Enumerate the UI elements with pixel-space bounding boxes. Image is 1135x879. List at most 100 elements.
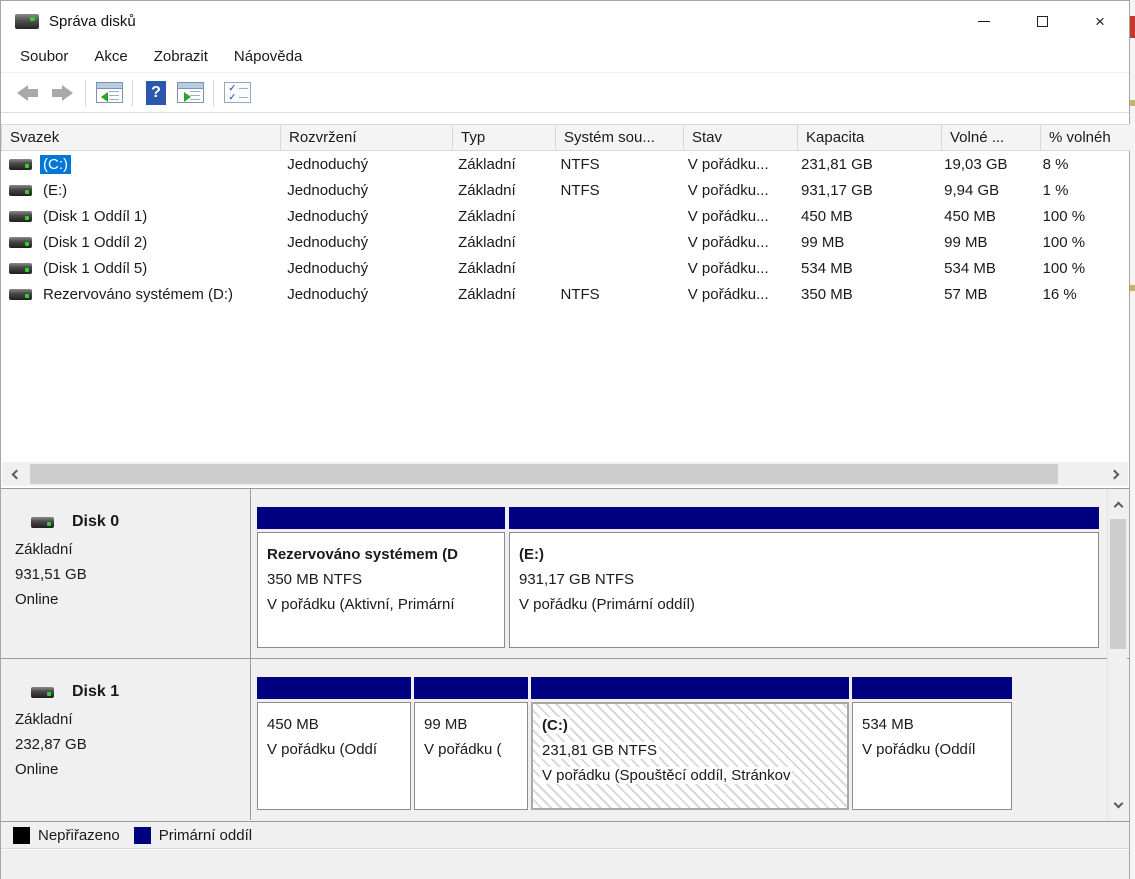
- forward-icon: [51, 85, 73, 101]
- properties-button[interactable]: [220, 78, 254, 108]
- disk-info-panel[interactable]: Disk 1 Základní232,87 GBOnline: [1, 659, 251, 820]
- scroll-right-button[interactable]: [1103, 462, 1128, 486]
- scroll-left-button[interactable]: [2, 462, 27, 486]
- partition-status-line-text: V pořádku (Aktivní, Primární: [265, 596, 457, 613]
- disk-status: Online: [15, 757, 250, 782]
- primary-partition-color-bar: [509, 507, 1099, 529]
- horizontal-scrollbar[interactable]: [2, 462, 1128, 486]
- chevron-up-icon: [1113, 502, 1123, 512]
- volume-cell: 16 %: [1035, 281, 1129, 307]
- back-icon: [17, 85, 39, 101]
- column-header-4[interactable]: Systém sou...: [556, 124, 684, 151]
- disk-title-row: Disk 0: [31, 513, 250, 531]
- vertical-scrollbar[interactable]: [1107, 489, 1127, 821]
- volume-cell: (C:): [1, 151, 279, 177]
- partition-body: 450 MBV pořádku (Oddí: [257, 702, 411, 810]
- volume-name-label: (C:): [40, 155, 71, 174]
- volume-cell: 450 MB: [793, 203, 936, 229]
- legend-color-swatch: [13, 827, 30, 844]
- minimize-button[interactable]: [955, 1, 1013, 41]
- horizontal-scroll-thumb[interactable]: [30, 464, 1058, 484]
- show-hide-action-pane-button[interactable]: [173, 78, 207, 108]
- partition-title: Rezervováno systémem (D: [265, 542, 497, 567]
- partition-block[interactable]: (E:)931,17 GB NTFSV pořádku (Primární od…: [509, 507, 1099, 648]
- close-button[interactable]: ×: [1071, 1, 1129, 41]
- partition-status-line-text: V pořádku (Spouštěcí oddíl, Stránkov: [540, 767, 792, 784]
- volume-row-4[interactable]: (Disk 1 Oddíl 2)JednoduchýZákladníV pořá…: [1, 229, 1129, 255]
- partition-body: 534 MBV pořádku (Oddíl: [852, 702, 1012, 810]
- volume-cell: 1 %: [1035, 177, 1129, 203]
- volume-cell: (Disk 1 Oddíl 5): [1, 255, 279, 281]
- volume-cell: NTFS: [553, 281, 680, 307]
- show-hide-action-pane-icon: [177, 82, 204, 103]
- partition-block[interactable]: Rezervováno systémem (D350 MB NTFSV pořá…: [257, 507, 505, 648]
- partition-block[interactable]: 534 MBV pořádku (Oddíl: [852, 677, 1012, 810]
- partition-size-line-text: 231,81 GB NTFS: [540, 742, 659, 759]
- disk-drive-icon: [31, 687, 54, 698]
- volume-cell: Základní: [450, 177, 552, 203]
- disk-info-panel[interactable]: Disk 0Základní931,51 GBOnline: [1, 489, 251, 658]
- column-header-1[interactable]: Svazek: [1, 124, 281, 151]
- volume-row-6[interactable]: Rezervováno systémem (D:)JednoduchýZákla…: [1, 281, 1129, 307]
- scroll-down-button[interactable]: [1108, 795, 1128, 815]
- partition-body: (E:)931,17 GB NTFSV pořádku (Primární od…: [509, 532, 1099, 648]
- volume-cell: 57 MB: [936, 281, 1034, 307]
- column-header-5[interactable]: Stav: [684, 124, 798, 151]
- volume-cell: V pořádku...: [680, 177, 793, 203]
- maximize-button[interactable]: [1013, 1, 1071, 41]
- partition-block[interactable]: (C:)231,81 GB NTFSV pořádku (Spouštěcí o…: [531, 677, 849, 810]
- scroll-up-button[interactable]: [1108, 495, 1128, 515]
- disk-type: Základní: [15, 537, 250, 562]
- partition-title-text: (E:): [517, 546, 546, 563]
- volume-drive-icon: [9, 211, 32, 222]
- volume-cell: Základní: [450, 151, 552, 177]
- legend-item: Primární oddíl: [134, 827, 252, 844]
- app-disk-icon: [15, 14, 39, 29]
- background-app-fleck2: [1130, 100, 1135, 106]
- disk-row-disk-0: Disk 0Základní931,51 GBOnlineRezervováno…: [1, 489, 1129, 659]
- volume-cell: (E:): [1, 177, 279, 203]
- column-header-7[interactable]: Volné ...: [942, 124, 1041, 151]
- partition-size-line: 534 MB: [860, 712, 1004, 737]
- volume-drive-icon: [9, 159, 32, 170]
- partition-status-line: V pořádku (Oddí: [265, 737, 403, 762]
- show-hide-console-tree-button[interactable]: [92, 78, 126, 108]
- legend-item: Nepřiřazeno: [13, 827, 120, 844]
- list-lines-icon: [109, 91, 119, 92]
- disk-name: Disk 1: [72, 683, 119, 701]
- volume-row-1[interactable]: (C:)JednoduchýZákladníNTFSV pořádku...23…: [1, 151, 1129, 177]
- partition-block[interactable]: 99 MBV pořádku (: [414, 677, 528, 810]
- chevron-right-icon: [1109, 469, 1119, 479]
- help-button[interactable]: [139, 78, 173, 108]
- volume-row-5[interactable]: (Disk 1 Oddíl 5)JednoduchýZákladníV pořá…: [1, 255, 1129, 281]
- volume-cell: V pořádku...: [680, 229, 793, 255]
- menu-item-zobrazit[interactable]: Zobrazit: [141, 43, 221, 70]
- volume-row-3[interactable]: (Disk 1 Oddíl 1)JednoduchýZákladníV pořá…: [1, 203, 1129, 229]
- volume-cell: Základní: [450, 281, 552, 307]
- volume-cell: NTFS: [553, 177, 680, 203]
- menu-bar: SouborAkceZobrazitNápověda: [1, 41, 1129, 73]
- volume-cell: Základní: [450, 255, 552, 281]
- volume-cell: NTFS: [553, 151, 680, 177]
- forward-arrow-button[interactable]: [45, 78, 79, 108]
- column-header-2[interactable]: Rozvržení: [281, 124, 453, 151]
- column-header-3[interactable]: Typ: [453, 124, 556, 151]
- disk-row-disk-1: Disk 1Základní232,87 GBOnline450 MBV poř…: [1, 659, 1129, 820]
- menu-item-akce[interactable]: Akce: [81, 43, 140, 70]
- menu-item-napoveda[interactable]: Nápověda: [221, 43, 315, 70]
- column-header-8[interactable]: % volnéh: [1041, 124, 1135, 151]
- vertical-scroll-thumb[interactable]: [1110, 519, 1126, 649]
- partition-block[interactable]: 450 MBV pořádku (Oddí: [257, 677, 411, 810]
- back-arrow-button[interactable]: [11, 78, 45, 108]
- volume-row-2[interactable]: (E:)JednoduchýZákladníNTFSV pořádku...93…: [1, 177, 1129, 203]
- disk-type: Základní: [15, 707, 250, 732]
- volume-cell: Jednoduchý: [279, 255, 450, 281]
- volume-cell: V pořádku...: [680, 151, 793, 177]
- disk-size: 232,87 GB: [15, 732, 250, 757]
- volume-cell: 931,17 GB: [793, 177, 936, 203]
- menu-item-soubor[interactable]: Soubor: [7, 43, 81, 70]
- volume-cell: 100 %: [1035, 229, 1129, 255]
- column-header-6[interactable]: Kapacita: [798, 124, 942, 151]
- primary-partition-color-bar: [852, 677, 1012, 699]
- partition-size-line: 450 MB: [265, 712, 403, 737]
